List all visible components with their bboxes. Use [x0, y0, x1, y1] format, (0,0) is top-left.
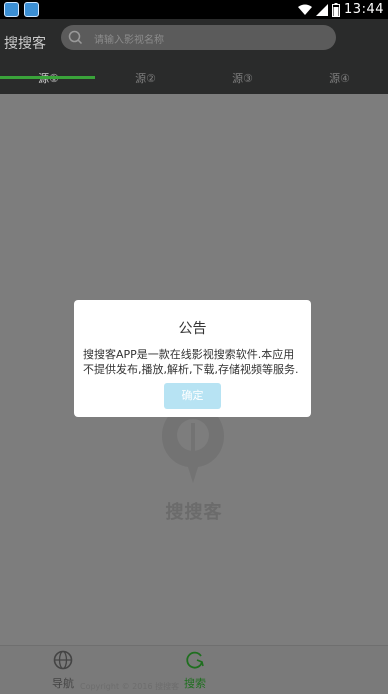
- dialog-title: 公告: [178, 321, 207, 337]
- dialog-overlay: 公告 搜搜客APP是一款在线影视搜索软件.本应用不提供发布,播放,解析,下载,存…: [0, 0, 388, 693]
- confirm-button[interactable]: 确定: [164, 383, 221, 409]
- announcement-dialog: 公告 搜搜客APP是一款在线影视搜索软件.本应用不提供发布,播放,解析,下载,存…: [74, 300, 311, 417]
- dialog-message: 搜搜客APP是一款在线影视搜索软件.本应用不提供发布,播放,解析,下载,存储视频…: [83, 348, 299, 376]
